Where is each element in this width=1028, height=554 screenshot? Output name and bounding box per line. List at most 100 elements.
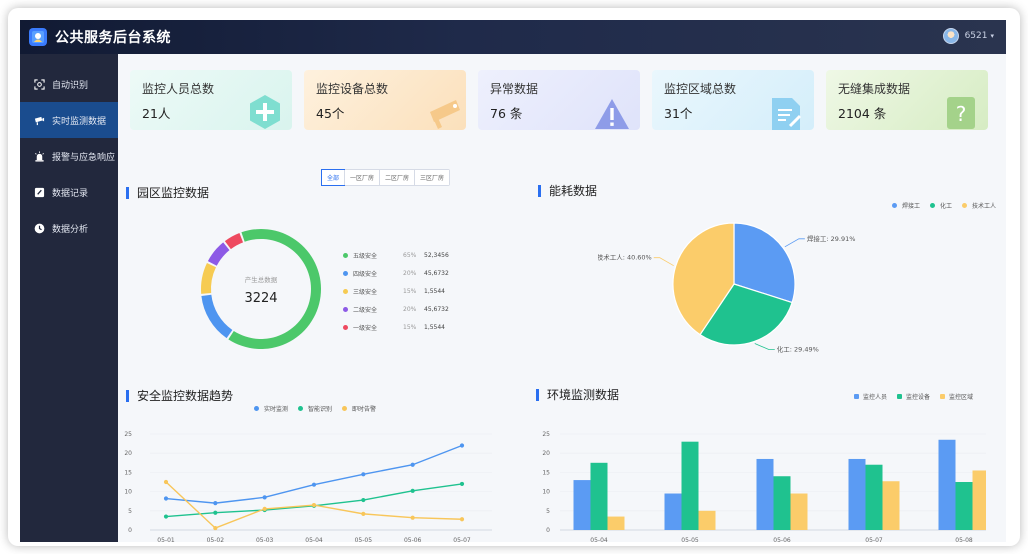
bar[interactable] <box>681 441 699 530</box>
question-icon: ? <box>947 97 975 129</box>
data-point[interactable] <box>311 502 317 508</box>
legend-percent: 20% <box>403 270 417 277</box>
data-point[interactable] <box>213 501 218 506</box>
stat-card-devices[interactable]: 监控设备总数 45个 <box>304 70 466 130</box>
bar[interactable] <box>938 439 956 530</box>
data-point[interactable] <box>361 511 366 516</box>
y-tick-label: 5 <box>128 508 132 515</box>
legend-swatch <box>940 394 946 399</box>
legend-item: 焊接工 <box>892 201 920 210</box>
sidebar-item-alarm-response[interactable]: 报警与应急响应 <box>20 138 118 174</box>
x-tick-label: 05-07 <box>453 537 471 542</box>
stat-card-anomalies[interactable]: 异常数据 76 条 <box>478 70 640 130</box>
data-point[interactable] <box>213 510 218 515</box>
data-point[interactable] <box>262 506 267 511</box>
legend-dot <box>343 325 348 330</box>
sidebar-item-data-analysis[interactable]: 数据分析 <box>20 210 118 246</box>
stat-card-integration[interactable]: 无缝集成数据 2104 条 ? <box>826 70 988 130</box>
legend-percent: 65% <box>403 252 417 259</box>
donut-center-label: 产生总数据 <box>245 275 278 284</box>
face-scan-icon <box>34 78 45 90</box>
donut-slice-1[interactable] <box>228 229 321 349</box>
stat-card-areas[interactable]: 监控区域总数 31个 <box>652 70 814 130</box>
stat-label: 异常数据 <box>490 82 539 96</box>
x-tick-label: 05-04 <box>590 537 608 542</box>
bar[interactable] <box>972 470 987 530</box>
y-tick-label: 25 <box>124 431 132 438</box>
data-point[interactable] <box>459 443 465 448</box>
legend-item: 技术工人 <box>962 201 996 210</box>
bar[interactable] <box>573 480 591 530</box>
sidebar-item-auto-recognition[interactable]: 自动识别 <box>20 66 118 102</box>
bar[interactable] <box>607 516 625 530</box>
donut-slice-5[interactable] <box>224 233 244 250</box>
data-point[interactable] <box>459 481 465 487</box>
bar[interactable] <box>590 462 608 530</box>
park-donut-chart: 产生总数据 3224 <box>201 229 321 349</box>
legend-swatch <box>854 394 859 399</box>
legend-label: 监控人员 <box>863 394 888 401</box>
data-point[interactable] <box>163 479 169 485</box>
y-tick-label: 10 <box>124 489 132 496</box>
donut-slice-2[interactable] <box>201 294 233 339</box>
bar[interactable] <box>955 482 973 530</box>
tab-zone-1[interactable]: 一区厂房 <box>344 170 380 185</box>
legend-item: 监控设备 <box>897 392 930 401</box>
energy-pie-chart: 焊接工: 29.91% 化工: 29.49% 技术工人: 40.60% <box>598 222 855 353</box>
data-point[interactable] <box>163 514 169 519</box>
legend-label: 监控设备 <box>906 394 931 401</box>
data-point[interactable] <box>361 472 366 477</box>
data-point[interactable] <box>459 517 465 522</box>
x-tick-label: 05-03 <box>256 537 274 542</box>
sidebar-item-data-records[interactable]: 数据记录 <box>20 174 118 210</box>
stat-label: 无缝集成数据 <box>838 82 911 96</box>
stat-card-personnel[interactable]: 监控人员总数 21人 <box>130 70 292 130</box>
data-point[interactable] <box>410 462 415 467</box>
legend-item: 四级安全 20% 45,6732 <box>343 269 449 278</box>
data-point[interactable] <box>311 482 317 487</box>
stat-label: 监控区域总数 <box>664 82 737 96</box>
park-section-title: 园区监控数据 <box>126 187 209 199</box>
data-point[interactable] <box>410 488 415 493</box>
y-tick-label: 25 <box>542 431 550 438</box>
legend-label: 焊接工 <box>902 203 921 210</box>
plus-hexagon-icon <box>250 95 280 129</box>
legend-item: 二级安全 20% 45,6732 <box>343 305 449 314</box>
bar[interactable] <box>664 493 682 530</box>
chevron-down-icon: ▾ <box>990 32 994 40</box>
bar[interactable] <box>882 481 900 530</box>
legend-percent: 20% <box>403 306 417 313</box>
camera-icon <box>430 100 460 129</box>
legend-item: 五级安全 65% 52,3456 <box>343 251 449 260</box>
data-point[interactable] <box>410 515 415 520</box>
app-root: 公共服务后台系统 6521 ▾ 自动识别 实时监测数据 报警与应急响应 数据记录… <box>20 20 1006 542</box>
avatar <box>942 28 959 44</box>
bar[interactable] <box>773 476 791 530</box>
data-point[interactable] <box>163 496 169 501</box>
data-point[interactable] <box>361 497 366 503</box>
x-tick-label: 05-05 <box>681 537 699 542</box>
tab-all[interactable]: 全部 <box>321 169 346 186</box>
sidebar-item-label: 数据分析 <box>52 224 89 235</box>
tab-zone-3[interactable]: 三区厂房 <box>414 170 450 185</box>
legend-swatch <box>897 394 903 399</box>
bar[interactable] <box>790 493 808 530</box>
tab-zone-2[interactable]: 二区厂房 <box>379 170 415 185</box>
pie-label: 化工: 29.49% <box>777 344 819 353</box>
data-point[interactable] <box>262 495 267 500</box>
sidebar-item-realtime-monitoring[interactable]: 实时监测数据 <box>20 102 118 138</box>
bar[interactable] <box>698 510 716 530</box>
legend-label: 五级安全 <box>353 253 378 260</box>
bar[interactable] <box>848 458 866 530</box>
data-point[interactable] <box>213 525 218 531</box>
bar[interactable] <box>756 458 774 530</box>
donut-slice-3[interactable] <box>201 262 216 294</box>
legend-dot <box>343 271 348 276</box>
legend-item: 监控人员 <box>854 392 887 401</box>
legend-item: 三级安全 15% 1,5544 <box>343 287 445 296</box>
legend: 焊接工 化工 技术工人 <box>892 201 1006 210</box>
legend-item: 监控区域 <box>940 392 973 401</box>
donut-slice-4[interactable] <box>207 242 230 266</box>
bar[interactable] <box>865 464 883 530</box>
user-menu[interactable]: 6521 ▾ <box>942 28 994 44</box>
